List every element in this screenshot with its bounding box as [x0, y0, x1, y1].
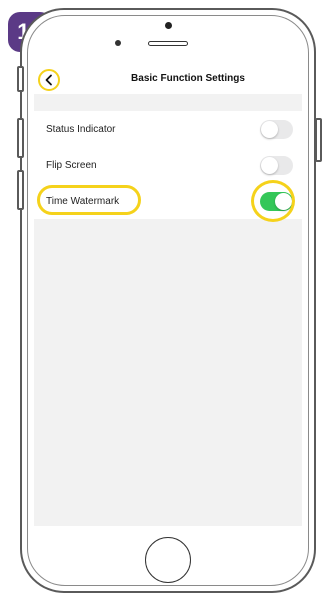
- chevron-left-icon: [45, 74, 52, 86]
- highlight-ring-toggle: [251, 180, 295, 222]
- setting-label: Status Indicator: [46, 123, 116, 135]
- nav-bar: Basic Function Settings: [34, 64, 302, 94]
- silent-switch: [17, 66, 24, 92]
- app-screen: Basic Function Settings Status Indicator…: [34, 64, 302, 526]
- toggle-knob: [261, 157, 278, 174]
- flip-screen-toggle[interactable]: [260, 156, 293, 175]
- home-button[interactable]: [145, 537, 191, 583]
- back-button[interactable]: [38, 69, 60, 91]
- volume-up-button: [17, 118, 24, 158]
- front-camera: [115, 40, 121, 46]
- status-indicator-toggle[interactable]: [260, 120, 293, 139]
- power-button: [315, 118, 322, 162]
- earpiece-speaker: [148, 41, 188, 46]
- setting-row-flip-screen: Flip Screen: [34, 147, 302, 183]
- highlight-ring-label: [37, 185, 141, 215]
- toggle-knob: [261, 121, 278, 138]
- volume-down-button: [17, 170, 24, 210]
- setting-label: Flip Screen: [46, 159, 97, 171]
- camera-dot: [165, 22, 172, 29]
- page-title: Basic Function Settings: [131, 73, 245, 84]
- setting-row-status-indicator: Status Indicator: [34, 111, 302, 147]
